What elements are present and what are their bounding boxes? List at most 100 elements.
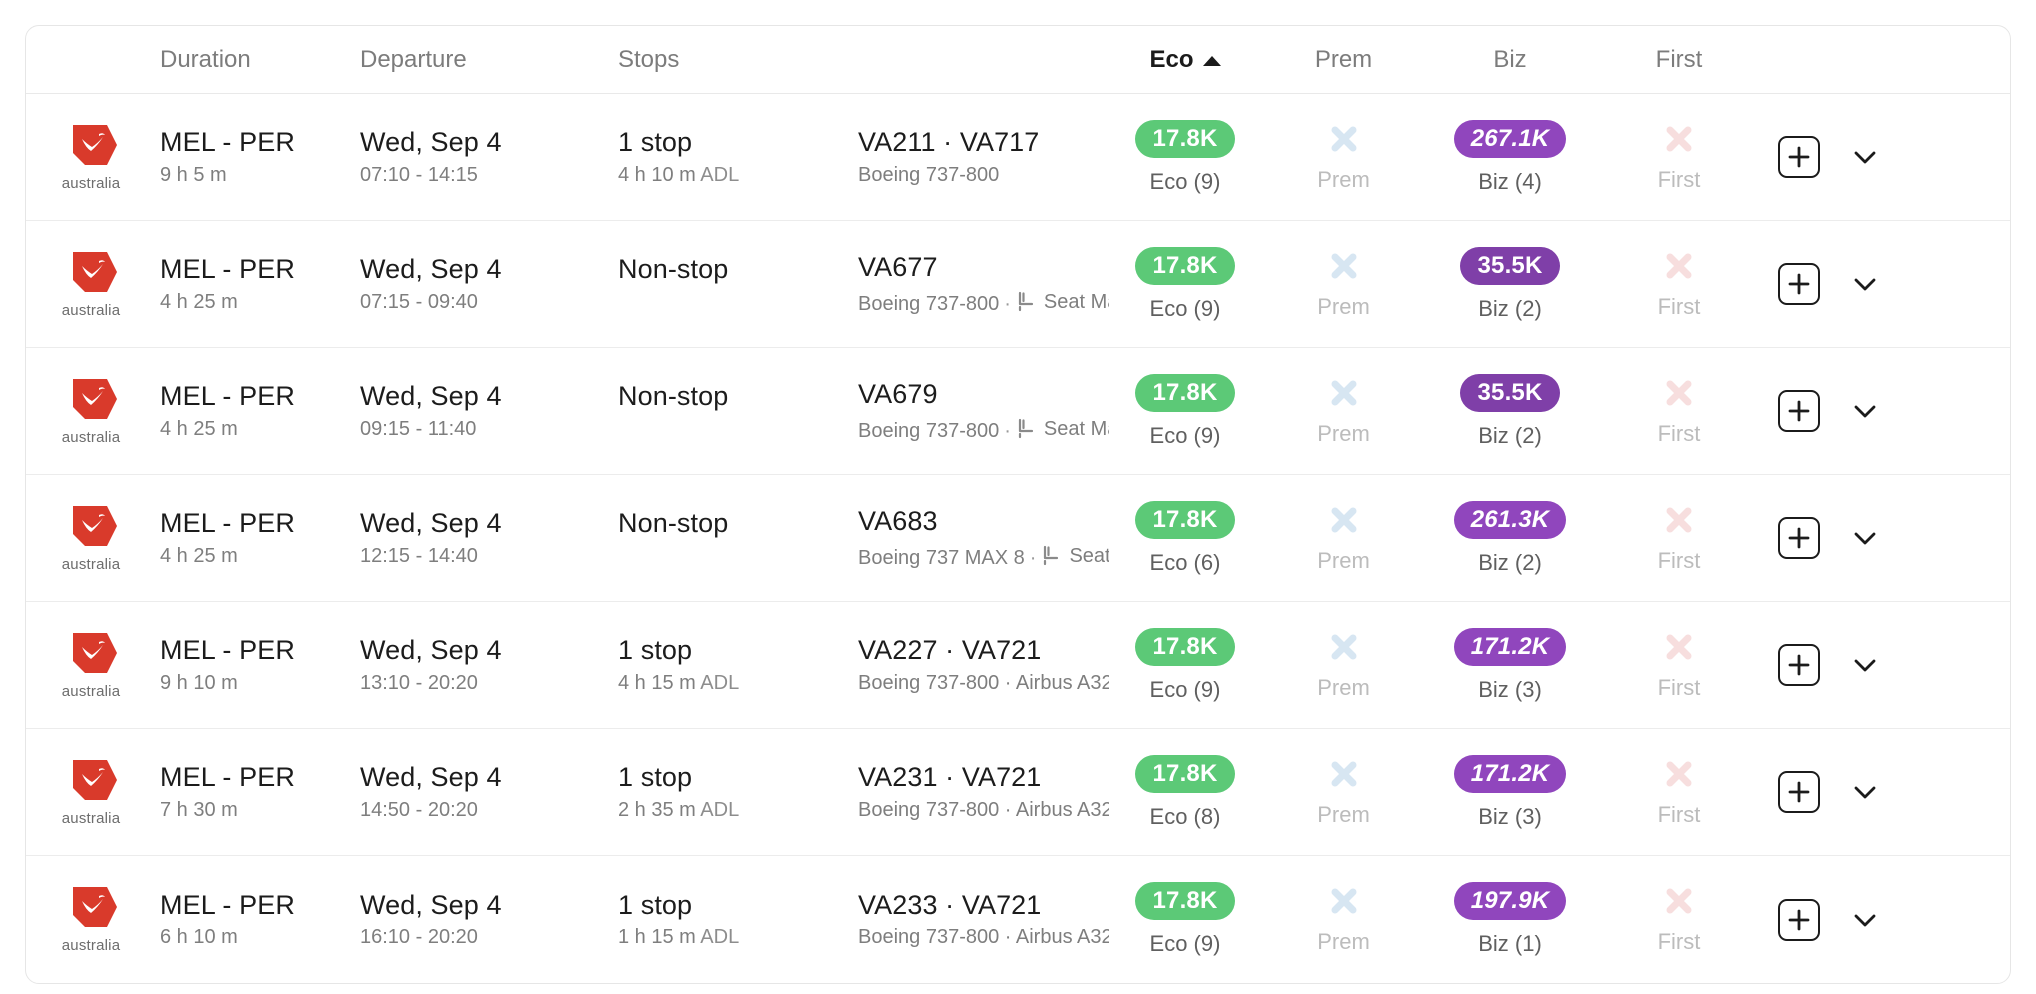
plus-icon <box>1788 273 1810 295</box>
fare-cell-biz[interactable]: 171.2K Biz (3) <box>1426 627 1594 703</box>
fare-price-badge-biz[interactable]: 35.5K <box>1460 373 1560 412</box>
expand-row-button[interactable] <box>1848 521 1882 555</box>
fare-cell-eco[interactable]: 17.8K Eco (6) <box>1109 500 1261 576</box>
fare-price-badge-eco[interactable]: 17.8K <box>1135 119 1235 158</box>
table-row[interactable]: australia MEL - PER 4 h 25 m Wed, Sep 4 07:1… <box>26 221 2010 348</box>
departure-times: 12:15 - 14:40 <box>360 544 478 567</box>
column-header-biz[interactable]: Biz <box>1426 46 1594 74</box>
fare-cell-prem: Prem <box>1261 630 1426 701</box>
add-flight-button[interactable] <box>1778 136 1820 178</box>
route-label: MEL - PER <box>160 762 295 793</box>
fare-price-badge-biz[interactable]: 261.3K <box>1453 500 1567 539</box>
fare-cell-prem: Prem <box>1261 376 1426 447</box>
fare-cell-biz[interactable]: 197.9K Biz (1) <box>1426 882 1594 957</box>
virgin-australia-tail-shape <box>73 505 117 546</box>
sort-ascending-icon <box>1202 55 1221 66</box>
fare-price-badge-biz[interactable]: 35.5K <box>1460 246 1560 285</box>
seat-map-link[interactable]: Seat Map <box>1016 416 1109 442</box>
fare-cell-eco[interactable]: 17.8K Eco (9) <box>1109 246 1261 322</box>
add-flight-button[interactable] <box>1778 263 1820 305</box>
fare-cell-prem: Prem <box>1261 757 1426 828</box>
expand-row-button[interactable] <box>1848 903 1882 937</box>
fare-cell-first: First <box>1594 122 1764 193</box>
unavailable-x-icon <box>1327 757 1361 791</box>
row-actions <box>1764 390 2010 432</box>
table-row[interactable]: australia MEL - PER 6 h 10 m Wed, Sep 4 16:1… <box>26 856 2010 983</box>
table-row[interactable]: australia MEL - PER 4 h 25 m Wed, Sep 4 09:1… <box>26 348 2010 475</box>
fare-label-first: First <box>1657 547 1701 573</box>
airline-logo-cell: australia <box>26 123 156 192</box>
virgin-australia-tail-shape <box>73 124 117 165</box>
flight-details-cell: VA231 · VA721 Boeing 737-800 · Airbus A32… <box>854 763 1109 820</box>
fare-label-eco: Eco (9) <box>1149 422 1221 448</box>
table-row[interactable]: australia MEL - PER 7 h 30 m Wed, Sep 4 14:5… <box>26 729 2010 856</box>
plus-icon <box>1788 146 1810 168</box>
equipment-label: Boeing 737 MAX 8·Seat Map <box>858 543 1109 569</box>
column-header-stops[interactable]: Stops <box>614 46 854 74</box>
add-flight-button[interactable] <box>1778 644 1820 686</box>
airline-wordmark: australia <box>61 809 121 827</box>
fare-label-eco: Eco (9) <box>1149 676 1221 702</box>
table-row[interactable]: australia MEL - PER 9 h 10 m Wed, Sep 4 13:1… <box>26 602 2010 729</box>
fare-cell-eco[interactable]: 17.8K Eco (9) <box>1109 882 1261 957</box>
unavailable-x-icon <box>1662 884 1696 918</box>
fare-label-prem: Prem <box>1317 166 1370 192</box>
add-flight-button[interactable] <box>1778 390 1820 432</box>
fare-cell-biz[interactable]: 35.5K Biz (2) <box>1426 246 1594 322</box>
fare-price-badge-eco[interactable]: 17.8K <box>1135 882 1235 920</box>
fare-label-prem: Prem <box>1317 674 1370 700</box>
flight-numbers: VA231 · VA721 <box>858 763 1042 793</box>
fare-price-badge-eco[interactable]: 17.8K <box>1135 373 1235 412</box>
fare-price-badge-biz[interactable]: 171.2K <box>1453 754 1567 793</box>
table-row[interactable]: australia MEL - PER 9 h 5 m Wed, Sep 4 07:10… <box>26 94 2010 221</box>
seat-map-link[interactable]: Seat Map <box>1016 289 1109 315</box>
fare-cell-eco[interactable]: 17.8K Eco (9) <box>1109 119 1261 195</box>
stops-cell: 1 stop 2 h 35 m ADL <box>614 763 854 820</box>
fare-price-badge-biz[interactable]: 197.9K <box>1453 882 1567 920</box>
fare-cell-biz[interactable]: 35.5K Biz (2) <box>1426 373 1594 449</box>
fare-cell-biz[interactable]: 171.2K Biz (3) <box>1426 754 1594 830</box>
unavailable-x-icon <box>1327 376 1361 410</box>
virgin-australia-logo-icon <box>63 631 119 680</box>
fare-label-prem: Prem <box>1317 929 1370 954</box>
fare-price-badge-biz[interactable]: 267.1K <box>1453 119 1567 158</box>
departure-cell: Wed, Sep 4 07:10 - 14:15 <box>356 128 614 185</box>
expand-row-button[interactable] <box>1848 267 1882 301</box>
fare-cell-biz[interactable]: 261.3K Biz (2) <box>1426 500 1594 576</box>
expand-row-button[interactable] <box>1848 394 1882 428</box>
add-flight-button[interactable] <box>1778 898 1820 941</box>
equipment-label: Boeing 737-800 <box>858 163 1000 186</box>
layover-label: 1 h 15 m ADL <box>618 926 740 949</box>
fare-cell-prem: Prem <box>1261 249 1426 320</box>
plus-icon <box>1788 400 1810 422</box>
fare-cell-eco[interactable]: 17.8K Eco (8) <box>1109 754 1261 830</box>
add-flight-button[interactable] <box>1778 771 1820 813</box>
fare-cell-eco[interactable]: 17.8K Eco (9) <box>1109 627 1261 703</box>
departure-cell: Wed, Sep 4 12:15 - 14:40 <box>356 509 614 566</box>
layover-label: 4 h 15 m ADL <box>618 671 740 694</box>
column-header-departure[interactable]: Departure <box>356 46 614 74</box>
seat-map-link[interactable]: Seat Map <box>1041 543 1109 569</box>
fare-label-biz: Biz (1) <box>1478 931 1542 956</box>
fare-price-badge-eco[interactable]: 17.8K <box>1135 500 1235 539</box>
fare-price-badge-eco[interactable]: 17.8K <box>1135 246 1235 285</box>
column-header-eco[interactable]: Eco <box>1109 46 1261 74</box>
column-header-prem[interactable]: Prem <box>1261 46 1426 74</box>
virgin-australia-tail-shape <box>73 632 117 673</box>
expand-row-button[interactable] <box>1848 648 1882 682</box>
fare-cell-eco[interactable]: 17.8K Eco (9) <box>1109 373 1261 449</box>
column-header-duration[interactable]: Duration <box>156 46 356 74</box>
fare-cell-biz[interactable]: 267.1K Biz (4) <box>1426 119 1594 195</box>
fare-price-badge-eco[interactable]: 17.8K <box>1135 754 1235 793</box>
fare-price-badge-biz[interactable]: 171.2K <box>1453 627 1567 666</box>
expand-row-button[interactable] <box>1848 775 1882 809</box>
unavailable-x-icon <box>1662 503 1696 537</box>
column-header-first[interactable]: First <box>1594 46 1764 74</box>
expand-row-button[interactable] <box>1848 140 1882 174</box>
table-row[interactable]: australia MEL - PER 4 h 25 m Wed, Sep 4 12:1… <box>26 475 2010 602</box>
fare-price-badge-eco[interactable]: 17.8K <box>1135 627 1235 666</box>
virgin-australia-logo-icon <box>63 885 119 934</box>
departure-date: Wed, Sep 4 <box>360 889 502 920</box>
add-flight-button[interactable] <box>1778 517 1820 559</box>
seat-icon <box>1016 418 1037 442</box>
